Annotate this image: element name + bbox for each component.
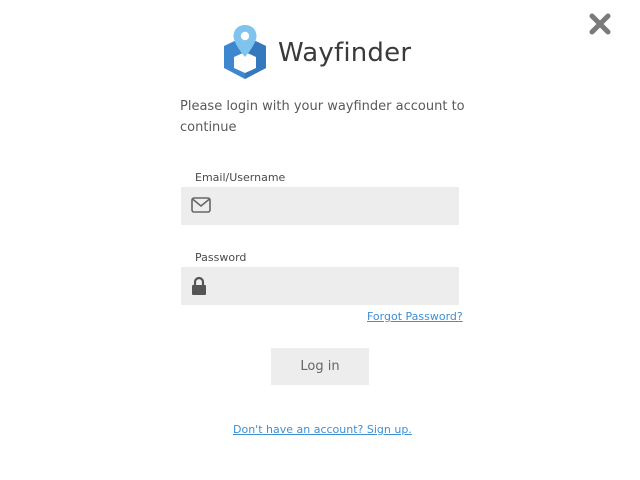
email-input[interactable] xyxy=(217,187,453,225)
email-label: Email/Username xyxy=(195,171,286,184)
app-name: Wayfinder xyxy=(278,38,412,68)
wayfinder-logo-icon xyxy=(224,25,266,79)
forgot-password-link[interactable]: Forgot Password? xyxy=(367,310,463,323)
password-label: Password xyxy=(195,251,247,264)
signup-link[interactable]: Don't have an account? Sign up. xyxy=(233,423,412,436)
lock-icon xyxy=(192,276,206,295)
brand-header: Wayfinder xyxy=(222,24,411,80)
close-icon xyxy=(589,13,611,35)
login-dialog: Wayfinder Please login with your wayfind… xyxy=(0,0,640,480)
password-input[interactable] xyxy=(217,267,453,305)
intro-text: Please login with your wayfinder account… xyxy=(180,99,465,135)
envelope-icon xyxy=(191,197,211,213)
email-field[interactable] xyxy=(181,187,459,225)
login-button[interactable]: Log in xyxy=(271,348,369,385)
close-button[interactable] xyxy=(588,12,612,36)
password-field[interactable] xyxy=(181,267,459,305)
